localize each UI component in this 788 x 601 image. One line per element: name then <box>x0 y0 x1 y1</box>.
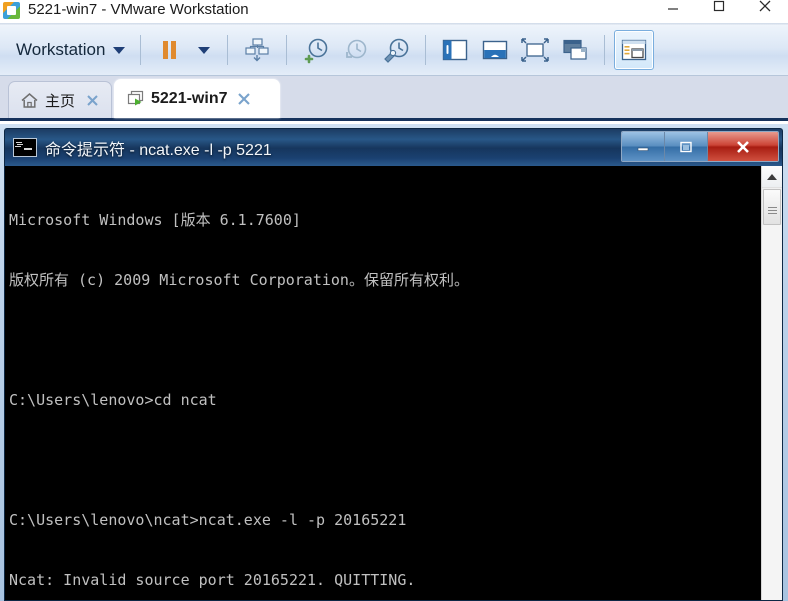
console-vertical-scrollbar[interactable] <box>761 166 782 600</box>
vm-tab-strip: 主页 5221-win7 <box>0 76 788 121</box>
tab-home[interactable]: 主页 <box>8 81 112 118</box>
workstation-menu-label: Workstation <box>16 40 106 59</box>
toolbar-separator <box>140 35 142 65</box>
command-prompt-body[interactable]: Microsoft Windows [版本 6.1.7600] 版权所有 (c)… <box>4 166 783 601</box>
power-dropdown-button[interactable] <box>190 30 218 70</box>
window-controls <box>650 0 788 21</box>
close-icon[interactable] <box>235 90 253 108</box>
take-snapshot-button[interactable] <box>296 30 336 70</box>
revert-snapshot-button[interactable] <box>336 30 376 70</box>
snapshot-manager-button[interactable] <box>376 30 416 70</box>
arrow-up-icon <box>767 173 777 180</box>
vm-running-icon <box>124 88 146 110</box>
close-icon[interactable] <box>83 91 101 109</box>
enter-fullscreen-button[interactable] <box>515 30 555 70</box>
workstation-menu-button[interactable]: Workstation <box>10 33 131 67</box>
show-library-button[interactable] <box>435 30 475 70</box>
console-line: C:\Users\lenovo>cd ncat <box>9 391 217 409</box>
scroll-up-button[interactable] <box>762 166 782 188</box>
tab-home-label: 主页 <box>45 92 76 110</box>
console-minimize-button[interactable] <box>622 132 665 161</box>
console-line: Ncat: Invalid source port 20165221. QUIT… <box>9 571 416 589</box>
show-thumbnail-bar-button[interactable] <box>614 30 655 70</box>
vmware-logo-icon <box>3 2 20 19</box>
tab-vm-5221-win7[interactable]: 5221-win7 <box>114 79 280 118</box>
console-line: 版权所有 (c) 2009 Microsoft Corporation。保留所有… <box>9 271 469 289</box>
cmd-prompt-icon <box>13 138 37 157</box>
guest-desktop: 命令提示符 - ncat.exe -l -p 5221 Microsoft Wi… <box>0 124 788 601</box>
command-prompt-titlebar[interactable]: 命令提示符 - ncat.exe -l -p 5221 <box>4 128 783 166</box>
window-close-button[interactable] <box>742 0 788 21</box>
window-title: 5221-win7 - VMware Workstation <box>28 1 249 18</box>
command-prompt-window-controls <box>621 131 779 162</box>
toolbar-separator <box>425 35 427 65</box>
toolbar-separator <box>604 35 606 65</box>
vmware-workstation-window: 5221-win7 - VMware Workstation Workstati… <box>0 0 788 601</box>
window-maximize-button[interactable] <box>696 0 742 21</box>
window-titlebar: 5221-win7 - VMware Workstation <box>0 0 788 24</box>
console-output: Microsoft Windows [版本 6.1.7600] 版权所有 (c)… <box>5 166 761 600</box>
manage-snapshot-button[interactable] <box>237 30 277 70</box>
home-icon <box>18 89 40 111</box>
main-toolbar: Workstation <box>0 25 788 76</box>
show-console-view-button[interactable] <box>475 30 515 70</box>
console-restore-button[interactable] <box>665 132 708 161</box>
chevron-down-icon <box>113 46 126 54</box>
window-minimize-button[interactable] <box>650 0 696 21</box>
unity-mode-button[interactable] <box>555 30 595 70</box>
toolbar-separator <box>227 35 229 65</box>
console-close-button[interactable] <box>708 132 778 161</box>
scrollbar-grip-icon <box>767 206 777 208</box>
console-line: C:\Users\lenovo\ncat>ncat.exe -l -p 2016… <box>9 511 407 529</box>
scrollbar-thumb[interactable] <box>763 189 781 225</box>
toolbar-separator <box>286 35 288 65</box>
pause-vm-button[interactable] <box>150 30 190 70</box>
tab-vm-label: 5221-win7 <box>151 90 228 107</box>
command-prompt-title: 命令提示符 - ncat.exe -l -p 5221 <box>45 141 272 159</box>
command-prompt-window: 命令提示符 - ncat.exe -l -p 5221 Microsoft Wi… <box>4 128 788 601</box>
console-line: Microsoft Windows [版本 6.1.7600] <box>9 211 301 229</box>
scrollbar-track[interactable] <box>762 225 782 600</box>
